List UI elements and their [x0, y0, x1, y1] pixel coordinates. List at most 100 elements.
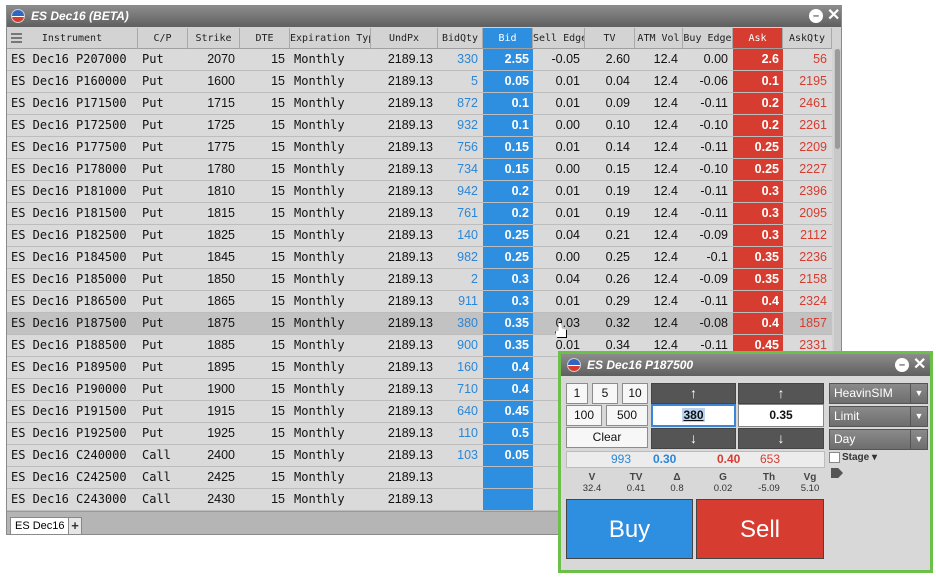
cell-strike[interactable]: 1900	[188, 379, 240, 400]
cell-dte[interactable]: 15	[240, 291, 290, 312]
table-row[interactable]: ES Dec16 P177500 Put 1775 15 Monthly 2189.13 7…	[7, 137, 832, 159]
cell-atm-vol[interactable]: 12.4	[635, 137, 683, 158]
cell-cp[interactable]: Put	[138, 49, 188, 70]
cell-cp[interactable]: Put	[138, 93, 188, 114]
cell-exp-type[interactable]: Monthly	[290, 423, 371, 444]
cell-dte[interactable]: 15	[240, 247, 290, 268]
cell-buy-edge[interactable]: -0.06	[683, 71, 733, 92]
cell-ask-qty[interactable]: 2095	[783, 203, 832, 224]
cell-ask[interactable]: 0.35	[733, 269, 783, 290]
cell-cp[interactable]: Call	[138, 467, 188, 488]
cell-sell-edge[interactable]: 0.04	[533, 269, 585, 290]
cell-buy-edge[interactable]: -0.09	[683, 269, 733, 290]
cell-strike[interactable]: 2070	[188, 49, 240, 70]
cell-instrument[interactable]: ES Dec16 P181500	[7, 203, 138, 224]
cell-bid[interactable]: 0.1	[483, 115, 533, 136]
cell-dte[interactable]: 15	[240, 137, 290, 158]
table-row[interactable]: ES Dec16 P181500 Put 1815 15 Monthly 2189.13 7…	[7, 203, 832, 225]
cell-exp-type[interactable]: Monthly	[290, 467, 371, 488]
table-row[interactable]: ES Dec16 P187500 Put 1875 15 Monthly 2189.13 3…	[7, 313, 832, 335]
cell-bid-qty[interactable]: 872	[438, 93, 483, 114]
cell-undpx[interactable]: 2189.13	[371, 181, 438, 202]
cell-undpx[interactable]: 2189.13	[371, 247, 438, 268]
cell-ask[interactable]: 0.2	[733, 115, 783, 136]
cell-bid-qty[interactable]: 640	[438, 401, 483, 422]
cell-ask[interactable]: 0.25	[733, 159, 783, 180]
cell-exp-type[interactable]: Monthly	[290, 93, 371, 114]
cell-cp[interactable]: Put	[138, 225, 188, 246]
cell-sell-edge[interactable]: -0.05	[533, 49, 585, 70]
cell-exp-type[interactable]: Monthly	[290, 379, 371, 400]
cell-tv[interactable]: 0.09	[585, 93, 635, 114]
cell-tv[interactable]: 0.29	[585, 291, 635, 312]
column-header-dte[interactable]: DTE	[240, 28, 290, 49]
cell-atm-vol[interactable]: 12.4	[635, 71, 683, 92]
column-header-atm-vol[interactable]: ATM Vol	[635, 28, 683, 49]
cell-instrument[interactable]: ES Dec16 P189500	[7, 357, 138, 378]
cell-ask-qty[interactable]: 1857	[783, 313, 832, 334]
cell-strike[interactable]: 1600	[188, 71, 240, 92]
table-row[interactable]: ES Dec16 P185000 Put 1850 15 Monthly 2189.13 2…	[7, 269, 832, 291]
cell-undpx[interactable]: 2189.13	[371, 291, 438, 312]
cell-buy-edge[interactable]: -0.10	[683, 159, 733, 180]
cell-bid[interactable]: 0.1	[483, 93, 533, 114]
cell-tv[interactable]: 0.32	[585, 313, 635, 334]
cell-undpx[interactable]: 2189.13	[371, 225, 438, 246]
cell-bid[interactable]: 0.2	[483, 203, 533, 224]
cell-ask[interactable]: 0.25	[733, 137, 783, 158]
cell-instrument[interactable]: ES Dec16 P188500	[7, 335, 138, 356]
cell-sell-edge[interactable]: 0.00	[533, 115, 585, 136]
cell-dte[interactable]: 15	[240, 203, 290, 224]
cell-ask-qty[interactable]: 56	[783, 49, 832, 70]
ticket-titlebar[interactable]: ES Dec16 P187500 – ✕	[561, 354, 930, 376]
cell-instrument[interactable]: ES Dec16 P184500	[7, 247, 138, 268]
cell-dte[interactable]: 15	[240, 181, 290, 202]
cell-strike[interactable]: 1780	[188, 159, 240, 180]
sell-button[interactable]: Sell	[696, 499, 824, 559]
table-row[interactable]: ES Dec16 P181000 Put 1810 15 Monthly 2189.13 9…	[7, 181, 832, 203]
cell-tv[interactable]: 0.21	[585, 225, 635, 246]
cell-bid-qty[interactable]: 900	[438, 335, 483, 356]
cell-tv[interactable]: 0.26	[585, 269, 635, 290]
column-header-ask-qty[interactable]: AskQty	[783, 28, 832, 49]
account-select[interactable]: HeavinSIM ▼	[829, 383, 928, 404]
cell-dte[interactable]: 15	[240, 379, 290, 400]
cell-bid[interactable]	[483, 489, 533, 510]
cell-undpx[interactable]: 2189.13	[371, 423, 438, 444]
cell-buy-edge[interactable]: -0.11	[683, 93, 733, 114]
cell-ask[interactable]: 0.1	[733, 71, 783, 92]
cell-atm-vol[interactable]: 12.4	[635, 159, 683, 180]
cell-bid-qty[interactable]: 103	[438, 445, 483, 466]
cell-atm-vol[interactable]: 12.4	[635, 269, 683, 290]
cell-strike[interactable]: 1845	[188, 247, 240, 268]
cell-atm-vol[interactable]: 12.4	[635, 49, 683, 70]
cell-instrument[interactable]: ES Dec16 P181000	[7, 181, 138, 202]
cell-undpx[interactable]: 2189.13	[371, 115, 438, 136]
cell-exp-type[interactable]: Monthly	[290, 49, 371, 70]
tag-icon[interactable]	[831, 468, 843, 478]
cell-tv[interactable]: 0.04	[585, 71, 635, 92]
cell-strike[interactable]: 1915	[188, 401, 240, 422]
cell-bid-qty[interactable]: 380	[438, 313, 483, 334]
cell-ask-qty[interactable]: 2209	[783, 137, 832, 158]
stage-toggle[interactable]: Stage ▾	[829, 452, 877, 463]
cell-cp[interactable]: Put	[138, 401, 188, 422]
cell-exp-type[interactable]: Monthly	[290, 291, 371, 312]
qty-1-button[interactable]: 1	[566, 383, 588, 404]
cell-bid-qty[interactable]: 160	[438, 357, 483, 378]
cell-bid[interactable]	[483, 467, 533, 488]
cell-bid[interactable]: 0.15	[483, 159, 533, 180]
cell-strike[interactable]: 1925	[188, 423, 240, 444]
cell-dte[interactable]: 15	[240, 93, 290, 114]
table-row[interactable]: ES Dec16 P207000 Put 2070 15 Monthly 2189.13 3…	[7, 49, 832, 71]
cell-ask-qty[interactable]: 2261	[783, 115, 832, 136]
cell-tv[interactable]: 0.15	[585, 159, 635, 180]
cell-instrument[interactable]: ES Dec16 P178000	[7, 159, 138, 180]
cell-instrument[interactable]: ES Dec16 P187500	[7, 313, 138, 334]
cell-bid[interactable]: 0.45	[483, 401, 533, 422]
cell-cp[interactable]: Put	[138, 137, 188, 158]
minimize-icon[interactable]: –	[895, 358, 909, 372]
cell-dte[interactable]: 15	[240, 49, 290, 70]
cell-undpx[interactable]: 2189.13	[371, 335, 438, 356]
cell-buy-edge[interactable]: -0.11	[683, 291, 733, 312]
